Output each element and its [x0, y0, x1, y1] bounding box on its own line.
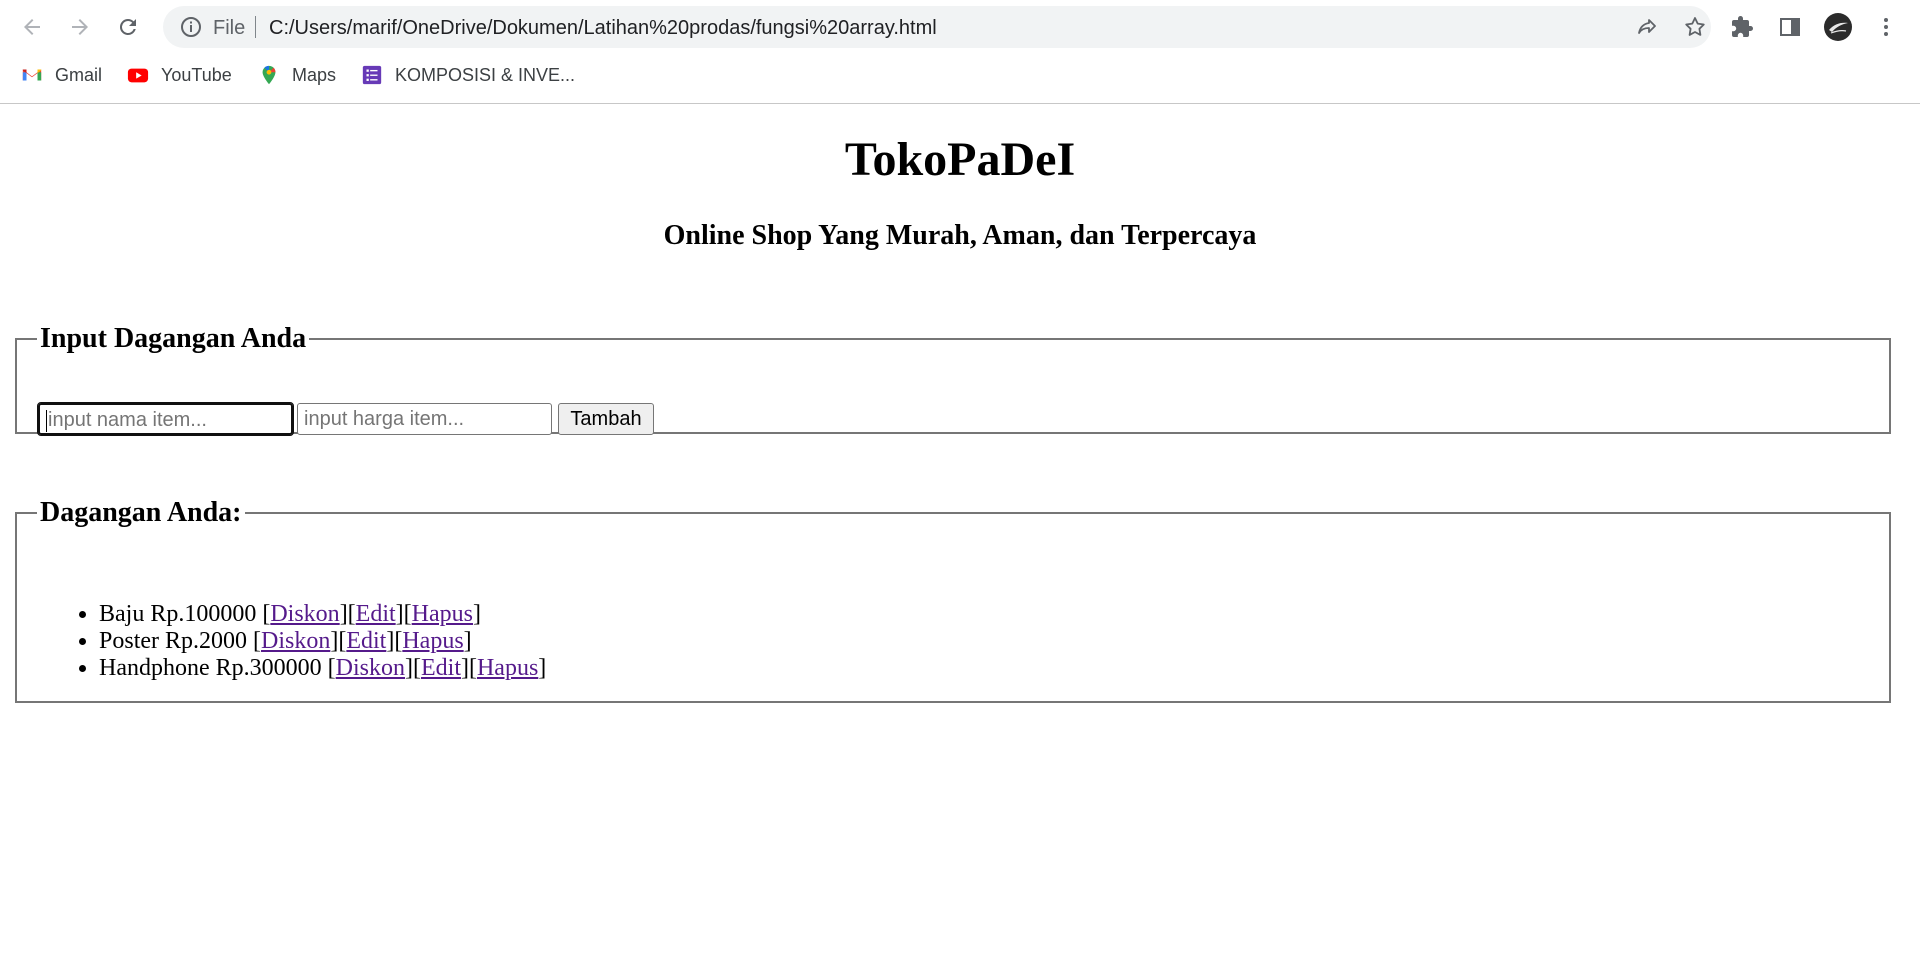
item-list: Baju Rp.100000 [Diskon][Edit][Hapus] Pos…: [73, 601, 546, 682]
more-vert-icon: [1884, 18, 1888, 36]
list-item: Baju Rp.100000 [Diskon][Edit][Hapus]: [99, 601, 546, 628]
bookmark-maps[interactable]: Maps: [258, 62, 336, 88]
bookmark-label: Maps: [292, 64, 337, 85]
diskon-link[interactable]: Diskon: [270, 601, 339, 627]
edit-link[interactable]: Edit: [346, 628, 386, 654]
item-name-placeholder: input nama item...: [48, 409, 207, 431]
hapus-link[interactable]: Hapus: [402, 628, 463, 654]
bookmark-gmail[interactable]: Gmail: [21, 62, 102, 88]
input-fieldset: Input Dagangan Anda input nama item... i…: [15, 323, 1891, 436]
hapus-link[interactable]: Hapus: [477, 655, 538, 681]
add-item-button[interactable]: Tambah: [558, 403, 654, 435]
maps-icon: [262, 65, 276, 85]
reload-button[interactable]: [111, 10, 145, 44]
item-text: Baju Rp.100000: [99, 601, 257, 627]
reload-icon: [119, 18, 136, 35]
item-price-placeholder: input harga item...: [304, 408, 465, 430]
share-icon[interactable]: [1635, 15, 1659, 39]
bookmark-label: YouTube: [161, 64, 232, 85]
input-legend: Input Dagangan Anda: [40, 323, 307, 354]
back-button[interactable]: [15, 10, 49, 44]
avatar: [1824, 13, 1852, 41]
list-fieldset: Dagangan Anda: Baju Rp.100000 [Diskon][E…: [15, 499, 1891, 703]
browser-chrome: File C:/Users/marif/OneDrive/Dokumen/Lat…: [0, 0, 1920, 104]
side-panel-button[interactable]: [1775, 12, 1805, 42]
info-icon[interactable]: [179, 15, 203, 39]
arrow-right-icon: [72, 19, 88, 35]
list-item: Poster Rp.2000 [Diskon][Edit][Hapus]: [99, 628, 546, 655]
item-price-input[interactable]: input harga item...: [297, 403, 552, 435]
bookmarks-bar: Gmail YouTube Maps KOMPOSISI & INVE...: [0, 58, 1920, 92]
diskon-link[interactable]: Diskon: [261, 628, 330, 654]
bookmark-label: Gmail: [55, 64, 103, 85]
url-text[interactable]: C:/Users/marif/OneDrive/Dokumen/Latihan%…: [269, 17, 937, 40]
diskon-link[interactable]: Diskon: [336, 655, 405, 681]
profile-button[interactable]: [1823, 12, 1853, 42]
puzzle-icon: [1732, 16, 1753, 37]
arrow-left-icon: [24, 19, 40, 35]
star-icon[interactable]: [1683, 15, 1707, 39]
text-caret: [46, 409, 47, 432]
page-subtitle: Online Shop Yang Murah, Aman, dan Terper…: [663, 220, 1257, 251]
item-name-input[interactable]: input nama item...: [37, 402, 294, 436]
menu-button[interactable]: [1871, 12, 1901, 42]
list-legend: Dagangan Anda:: [40, 497, 242, 528]
address-bar[interactable]: File C:/Users/marif/OneDrive/Dokumen/Lat…: [163, 6, 1711, 48]
bookmark-label: KOMPOSISI & INVE...: [395, 64, 576, 85]
page-content: TokoPaDeI Online Shop Yang Murah, Aman, …: [0, 104, 1920, 969]
extensions-button[interactable]: [1727, 12, 1757, 42]
edit-link[interactable]: Edit: [356, 601, 396, 627]
list-item: Handphone Rp.300000 [Diskon][Edit][Hapus…: [99, 655, 546, 682]
forward-button[interactable]: [63, 10, 97, 44]
edit-link[interactable]: Edit: [421, 655, 461, 681]
page-title: TokoPaDeI: [844, 133, 1076, 186]
forms-icon: [362, 65, 382, 85]
omnibox-divider: [255, 16, 256, 38]
side-panel-icon: [1780, 18, 1800, 36]
bookmark-komposisi[interactable]: KOMPOSISI & INVE...: [361, 62, 575, 88]
youtube-icon: [127, 68, 149, 83]
scheme-label: File: [213, 17, 246, 39]
gmail-icon: [22, 69, 42, 81]
hapus-link[interactable]: Hapus: [412, 601, 473, 627]
bookmark-youtube[interactable]: YouTube: [127, 62, 232, 88]
item-text: Handphone Rp.300000: [99, 655, 322, 681]
item-text: Poster Rp.2000: [99, 628, 248, 654]
